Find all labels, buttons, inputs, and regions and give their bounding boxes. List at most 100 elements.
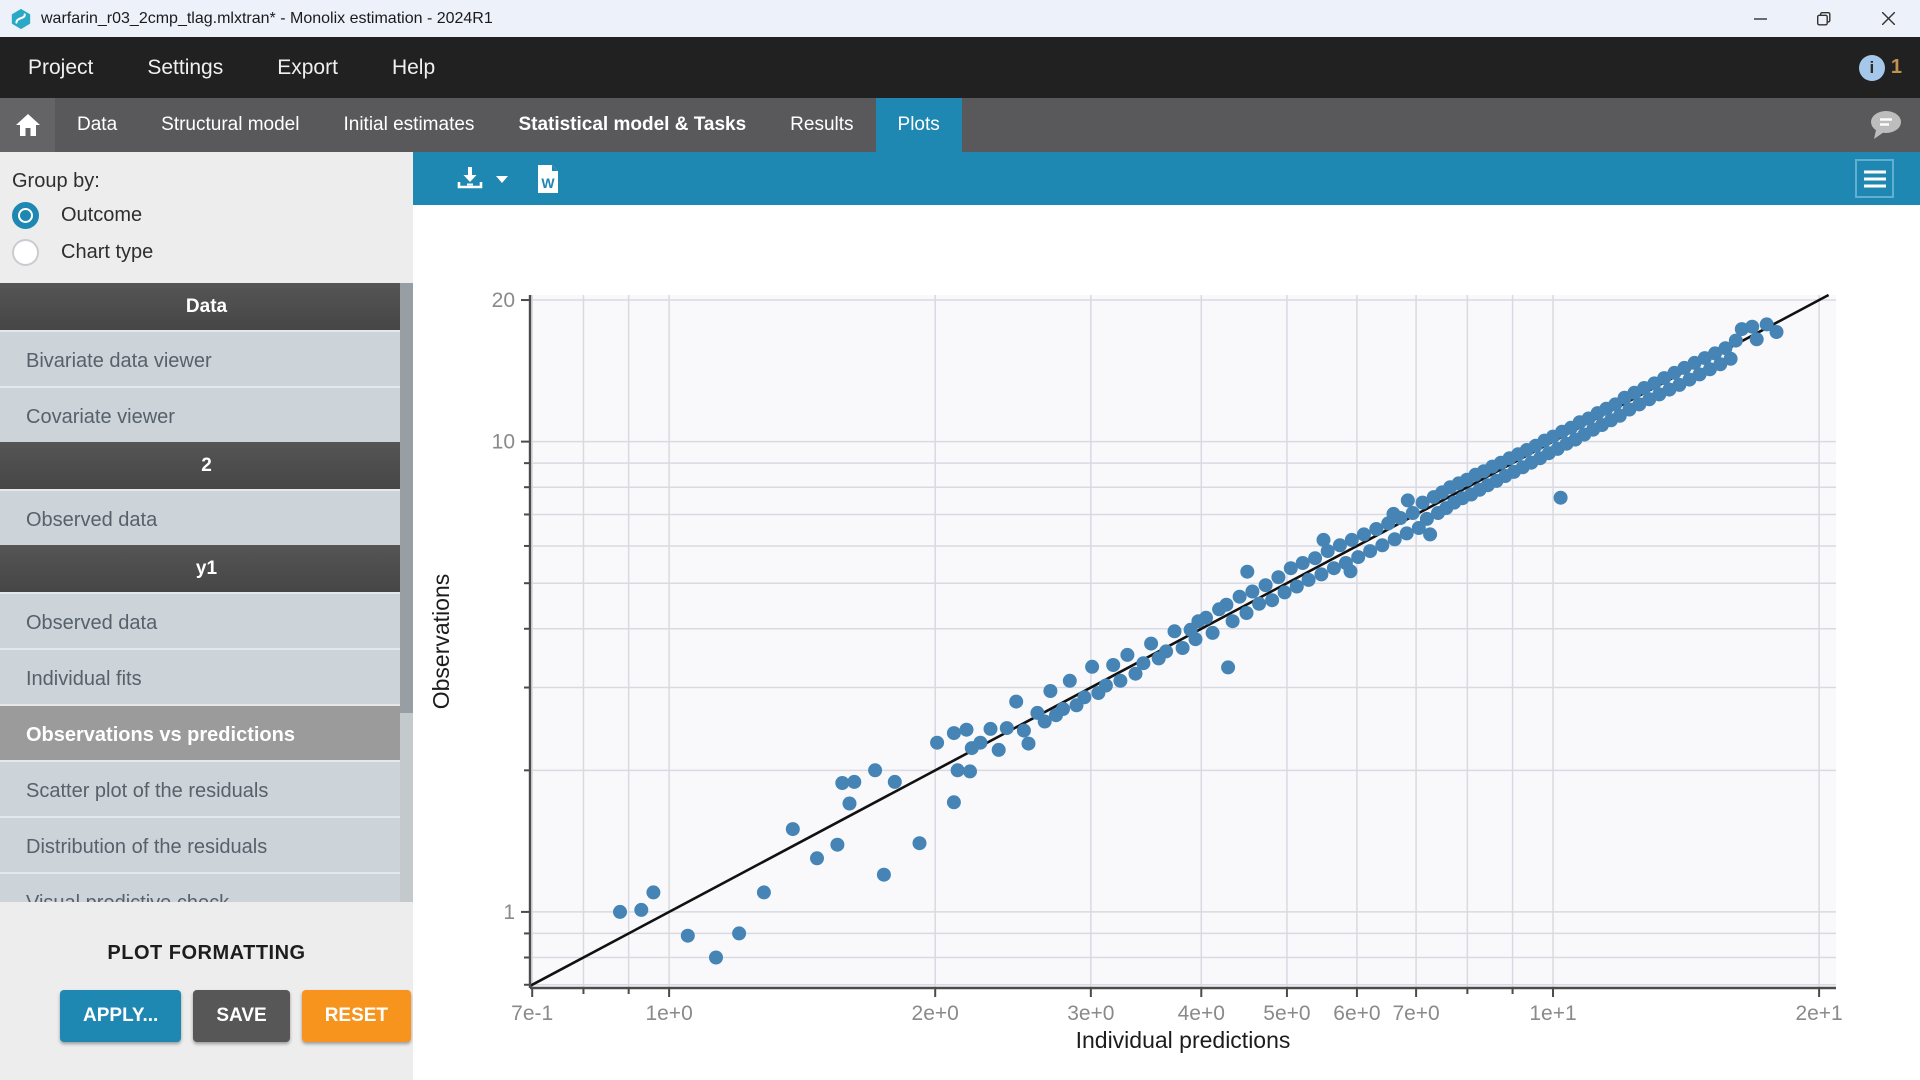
scatter-point [1252, 597, 1266, 611]
scatter-point [973, 736, 987, 750]
scatter-point [963, 764, 977, 778]
word-export-button[interactable]: W [535, 164, 561, 194]
x-tick-label: 2e+0 [912, 1002, 959, 1025]
scatter-point [1000, 721, 1014, 735]
monolix-logo-icon [10, 8, 32, 30]
tab-data[interactable]: Data [55, 98, 139, 152]
feedback-bubble-button[interactable] [1868, 108, 1904, 142]
sidebar-item-distribution-of-the-residuals[interactable]: Distribution of the residuals [0, 816, 413, 872]
plot-menu-button[interactable] [1855, 159, 1894, 198]
scatter-point [1363, 544, 1377, 558]
menu-bar: ProjectSettingsExportHelp i 1 [0, 37, 1920, 98]
download-caret-icon[interactable] [495, 174, 509, 184]
download-button[interactable] [455, 165, 485, 193]
scatter-point [1393, 511, 1407, 525]
window-title: warfarin_r03_2cmp_tlag.mlxtran* - Monoli… [41, 10, 493, 28]
scatter-point [634, 903, 648, 917]
radio-circle-chart-type[interactable] [12, 239, 39, 266]
scatter-point [1770, 325, 1784, 339]
scatter-point [1240, 606, 1254, 620]
scatter-point [1724, 352, 1738, 366]
tab-structural-model[interactable]: Structural model [139, 98, 321, 152]
sidebar-item-covariate-viewer[interactable]: Covariate viewer [0, 386, 413, 442]
sidebar-scrollbar[interactable] [400, 283, 413, 902]
plots-sidebar: Group by: OutcomeChart type DataBivariat… [0, 152, 413, 1080]
scatter-point [1401, 493, 1415, 507]
menu-help[interactable]: Help [392, 56, 435, 80]
scatter-point [830, 838, 844, 852]
menu-project[interactable]: Project [28, 56, 93, 80]
scatter-point [1136, 656, 1150, 670]
scatter-point [1022, 737, 1036, 751]
observations-vs-predictions-chart[interactable]: 7e-11e+02e+03e+04e+05e+06e+07e+01e+12e+1… [413, 205, 1920, 1080]
y-tick-label: 1 [503, 901, 515, 924]
info-icon[interactable]: i [1859, 55, 1885, 81]
scatter-point [843, 797, 857, 811]
scatter-point [1308, 551, 1322, 565]
sidebar-section-header-y1: y1 [0, 545, 413, 592]
radio-circle-outcome[interactable] [12, 202, 39, 229]
sidebar-item-observations-vs-predictions[interactable]: Observations vs predictions [0, 704, 413, 760]
close-button[interactable] [1856, 0, 1920, 37]
menu-export[interactable]: Export [277, 56, 338, 80]
scatter-point [984, 722, 998, 736]
scatter-point [1226, 614, 1240, 628]
menu-settings[interactable]: Settings [147, 56, 223, 80]
scatter-point [810, 851, 824, 865]
scatter-point [888, 775, 902, 789]
scatter-point [1168, 624, 1182, 638]
scatter-point [1369, 522, 1383, 536]
scatter-point [1345, 533, 1359, 547]
scatter-point [1085, 660, 1099, 674]
scatter-point [1144, 637, 1158, 651]
scatter-point [960, 723, 974, 737]
x-tick-label: 1e+1 [1529, 1002, 1576, 1025]
sidebar-item-scatter-plot-of-the-residuals[interactable]: Scatter plot of the residuals [0, 760, 413, 816]
scatter-point [646, 885, 660, 899]
tab-results[interactable]: Results [768, 98, 875, 152]
scatter-point [1063, 674, 1077, 688]
apply-button[interactable]: APPLY... [60, 990, 181, 1042]
plot-panel: W 7e-11e+02e+03e+04e+05e+06e+07e+01e+12e… [413, 152, 1920, 1080]
scatter-point [681, 929, 695, 943]
sidebar-item-bivariate-data-viewer[interactable]: Bivariate data viewer [0, 330, 413, 386]
x-tick-label: 7e+0 [1392, 1002, 1439, 1025]
sidebar-item-individual-fits[interactable]: Individual fits [0, 648, 413, 704]
scatter-point [1400, 526, 1414, 540]
scatter-point [757, 885, 771, 899]
save-button[interactable]: SAVE [193, 990, 289, 1042]
x-tick-label: 5e+0 [1263, 1002, 1310, 1025]
minimize-button[interactable] [1728, 0, 1792, 37]
tab-initial-estimates[interactable]: Initial estimates [321, 98, 496, 152]
sidebar-section-header-data: Data [0, 283, 413, 330]
scatter-point [1099, 679, 1113, 693]
scatter-point [1750, 332, 1764, 346]
scatter-point [1296, 556, 1310, 570]
scatter-point [1199, 611, 1213, 625]
scatter-point [1159, 644, 1173, 658]
radio-label-outcome: Outcome [61, 204, 142, 227]
sidebar-item-visual-predictive-check[interactable]: Visual predictive check [0, 872, 413, 902]
sidebar-item-observed-data[interactable]: Observed data [0, 489, 413, 545]
reset-button[interactable]: RESET [302, 990, 411, 1042]
tab-plots[interactable]: Plots [876, 98, 962, 152]
sidebar-scrollbar-thumb[interactable] [400, 283, 413, 713]
scatter-point [1106, 658, 1120, 672]
title-bar: warfarin_r03_2cmp_tlag.mlxtran* - Monoli… [0, 0, 1920, 37]
scatter-point [835, 776, 849, 790]
scatter-point [1278, 585, 1292, 599]
tab-statistical-model-tasks[interactable]: Statistical model & Tasks [496, 98, 768, 152]
scatter-point [1357, 527, 1371, 541]
radio-chart-type[interactable]: Chart type [12, 237, 153, 267]
radio-outcome[interactable]: Outcome [12, 200, 153, 230]
scatter-point [1423, 527, 1437, 541]
scatter-point [1017, 724, 1031, 738]
scatter-point [1333, 538, 1347, 552]
sidebar-item-observed-data[interactable]: Observed data [0, 592, 413, 648]
restore-button[interactable] [1792, 0, 1856, 37]
scatter-point [732, 926, 746, 940]
scatter-point [1233, 590, 1247, 604]
tab-home[interactable] [0, 98, 55, 152]
scatter-point [1314, 567, 1328, 581]
x-tick-label: 1e+0 [645, 1002, 692, 1025]
